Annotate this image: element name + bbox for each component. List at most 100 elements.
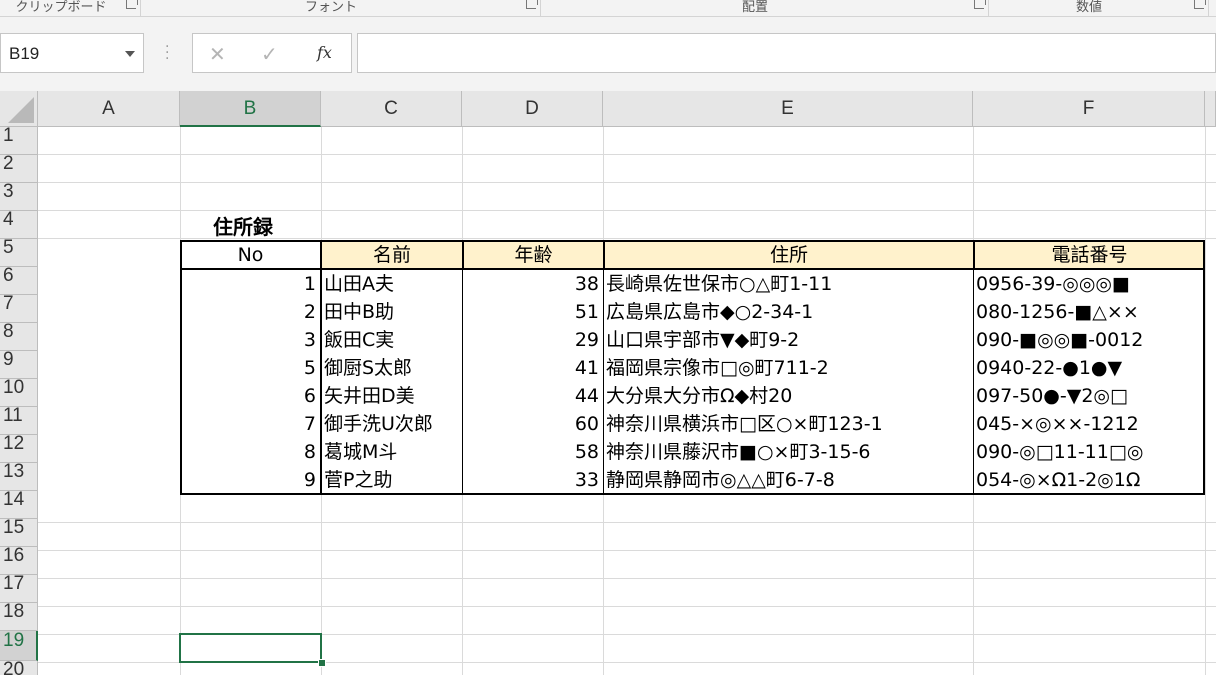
header-cell-name[interactable]: 名前 bbox=[320, 241, 462, 269]
row-header-13[interactable]: 13 bbox=[0, 463, 38, 491]
column-header-g[interactable] bbox=[1205, 91, 1216, 127]
enter-icon[interactable]: ✓ bbox=[261, 42, 278, 66]
cell-name[interactable]: 山田A夫 bbox=[321, 270, 462, 298]
cell-phone[interactable]: 0940-22-●1●▼ bbox=[973, 354, 1204, 382]
header-cell-no[interactable]: No bbox=[180, 241, 321, 269]
ribbon-group-strip: クリップボード フォント 配置 数値 bbox=[0, 0, 1216, 17]
row-header-11[interactable]: 11 bbox=[0, 407, 38, 435]
column-header-a[interactable]: A bbox=[38, 91, 180, 127]
row-header-9[interactable]: 9 bbox=[0, 351, 38, 379]
row-header-18[interactable]: 18 bbox=[0, 603, 38, 631]
cell-phone[interactable]: 054-◎×Ω1-2◎1Ω bbox=[973, 466, 1204, 494]
cell-no[interactable]: 9 bbox=[180, 466, 320, 494]
row-header-12[interactable]: 12 bbox=[0, 435, 38, 463]
cell-phone[interactable]: 0956-39-◎◎◎■ bbox=[973, 270, 1204, 298]
cell-no[interactable]: 3 bbox=[180, 326, 320, 354]
cell-age[interactable]: 38 bbox=[462, 270, 603, 298]
ribbon-group-number: 数値 bbox=[988, 0, 1209, 16]
row-header-15[interactable]: 15 bbox=[0, 519, 38, 547]
column-header-e[interactable]: E bbox=[603, 91, 973, 127]
cell-age[interactable]: 60 bbox=[462, 410, 603, 438]
row-header-17[interactable]: 17 bbox=[0, 575, 38, 603]
cell-address[interactable]: 神奈川県横浜市□区○×町123-1 bbox=[603, 410, 973, 438]
cell-name[interactable]: 御厨S太郎 bbox=[321, 354, 462, 382]
row-header-8[interactable]: 8 bbox=[0, 323, 38, 351]
active-cell-b19[interactable] bbox=[179, 633, 322, 663]
row-header-14[interactable]: 14 bbox=[0, 491, 38, 519]
insert-function-icon[interactable]: fx bbox=[317, 43, 332, 62]
cell-name[interactable]: 飯田C実 bbox=[321, 326, 462, 354]
row-header-16[interactable]: 16 bbox=[0, 547, 38, 575]
cell-no[interactable]: 6 bbox=[180, 382, 320, 410]
cell-address[interactable]: 山口県宇部市▼◆町9-2 bbox=[603, 326, 973, 354]
chevron-down-icon[interactable] bbox=[125, 51, 135, 57]
cell-phone[interactable]: 090-◎□11-11□◎ bbox=[973, 438, 1204, 466]
cell-no[interactable]: 8 bbox=[180, 438, 320, 466]
cell-phone[interactable]: 045-×◎××-1212 bbox=[973, 410, 1204, 438]
dialog-launcher-icon[interactable] bbox=[526, 0, 538, 9]
table-column-border bbox=[462, 270, 463, 495]
row-header-3[interactable]: 3 bbox=[0, 183, 38, 211]
cell-name[interactable]: 田中B助 bbox=[321, 298, 462, 326]
header-cell-address[interactable]: 住所 bbox=[603, 241, 973, 269]
cell-age[interactable]: 58 bbox=[462, 438, 603, 466]
row-header-19[interactable]: 19 bbox=[0, 631, 38, 661]
header-cell-age[interactable]: 年齢 bbox=[462, 241, 603, 269]
column-header-c[interactable]: C bbox=[321, 91, 462, 127]
dialog-launcher-icon[interactable] bbox=[974, 0, 986, 9]
row-header-10[interactable]: 10 bbox=[0, 379, 38, 407]
name-box[interactable]: B19 bbox=[0, 33, 144, 73]
vertical-dots-icon[interactable]: · · · bbox=[165, 40, 169, 66]
header-cell-phone[interactable]: 電話番号 bbox=[973, 241, 1204, 269]
column-header-b[interactable]: B bbox=[180, 91, 321, 127]
dialog-launcher-icon[interactable] bbox=[126, 0, 138, 9]
gridline bbox=[38, 550, 1216, 551]
cell-age[interactable]: 51 bbox=[462, 298, 603, 326]
worksheet-grid[interactable]: A B C D E F 1 2 3 4 5 6 7 8 9 10 11 12 1… bbox=[0, 91, 1216, 675]
cell-address[interactable]: 静岡県静岡市◎△△町6-7-8 bbox=[603, 466, 973, 494]
sheet-title[interactable]: 住所録 bbox=[213, 213, 273, 241]
fill-handle[interactable] bbox=[318, 659, 326, 667]
cell-age[interactable]: 33 bbox=[462, 466, 603, 494]
cell-phone[interactable]: 080-1256-■△×× bbox=[973, 298, 1204, 326]
select-all-button[interactable] bbox=[0, 91, 38, 127]
table-header-border bbox=[180, 268, 1205, 270]
cell-no[interactable]: 5 bbox=[180, 354, 320, 382]
row-header-1[interactable]: 1 bbox=[0, 127, 38, 155]
cell-phone[interactable]: 097-50●-▼2◎□ bbox=[973, 382, 1204, 410]
cell-name[interactable]: 葛城M斗 bbox=[321, 438, 462, 466]
column-header-f[interactable]: F bbox=[973, 91, 1205, 127]
formula-buttons: ✕ ✓ fx bbox=[192, 33, 352, 73]
row-header-7[interactable]: 7 bbox=[0, 295, 38, 323]
row-header-2[interactable]: 2 bbox=[0, 155, 38, 183]
cell-name[interactable]: 矢井田D美 bbox=[321, 382, 462, 410]
cell-phone[interactable]: 090-■◎◎■-0012 bbox=[973, 326, 1204, 354]
cell-no[interactable]: 1 bbox=[180, 270, 320, 298]
formula-input[interactable] bbox=[357, 33, 1216, 73]
cell-age[interactable]: 44 bbox=[462, 382, 603, 410]
cancel-icon[interactable]: ✕ bbox=[209, 42, 226, 66]
cell-no[interactable]: 2 bbox=[180, 298, 320, 326]
cell-address[interactable]: 大分県大分市Ω◆村20 bbox=[603, 382, 973, 410]
ribbon-group-alignment: 配置 bbox=[540, 0, 989, 16]
cell-address[interactable]: 福岡県宗像市□◎町711-2 bbox=[603, 354, 973, 382]
row-header-4[interactable]: 4 bbox=[0, 211, 38, 239]
cell-age[interactable]: 29 bbox=[462, 326, 603, 354]
cell-address[interactable]: 広島県広島市◆○2-34-1 bbox=[603, 298, 973, 326]
row-header-5[interactable]: 5 bbox=[0, 239, 38, 267]
cell-name[interactable]: 菅P之助 bbox=[321, 466, 462, 494]
cell-no[interactable]: 7 bbox=[180, 410, 320, 438]
cell-address[interactable]: 長崎県佐世保市○△町1-11 bbox=[603, 270, 973, 298]
row-header-20[interactable]: 20 bbox=[0, 661, 38, 675]
column-header-d[interactable]: D bbox=[462, 91, 603, 127]
cell-age[interactable]: 41 bbox=[462, 354, 603, 382]
dialog-launcher-icon[interactable] bbox=[1194, 0, 1206, 9]
cell-address[interactable]: 神奈川県藤沢市■○×町3-15-6 bbox=[603, 438, 973, 466]
row-header-6[interactable]: 6 bbox=[0, 267, 38, 295]
gridline bbox=[38, 606, 1216, 607]
table-column-border bbox=[603, 270, 604, 495]
cell-name[interactable]: 御手洗U次郎 bbox=[321, 410, 462, 438]
ribbon-group-label: クリップボード bbox=[15, 0, 107, 15]
gridline bbox=[38, 154, 1216, 155]
gridline bbox=[38, 210, 1216, 211]
